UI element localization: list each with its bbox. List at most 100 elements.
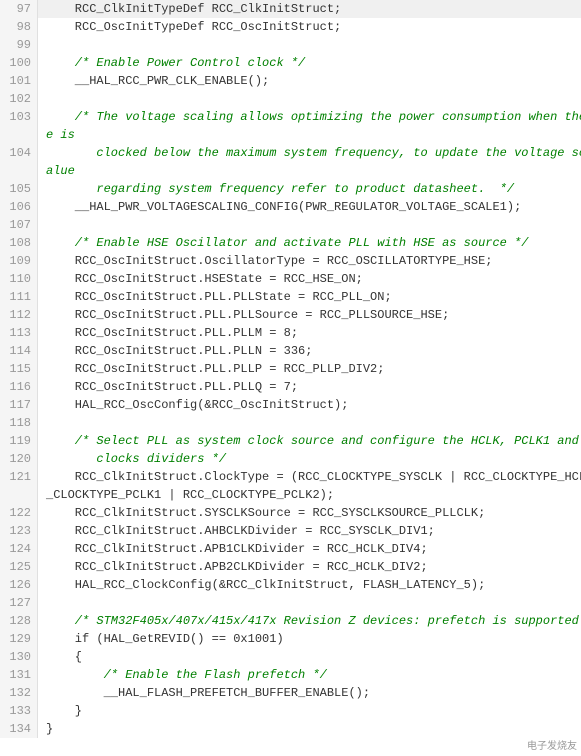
code-line: 122 RCC_ClkInitStruct.SYSCLKSource = RCC… <box>0 504 581 522</box>
code-line: 130 { <box>0 648 581 666</box>
line-number: 114 <box>0 342 38 360</box>
code-line: 125 RCC_ClkInitStruct.APB2CLKDivider = R… <box>0 558 581 576</box>
code-line: 117 HAL_RCC_OscConfig(&RCC_OscInitStruct… <box>0 396 581 414</box>
line-content: RCC_ClkInitStruct.SYSCLKSource = RCC_SYS… <box>38 504 581 522</box>
code-line: 119 /* Select PLL as system clock source… <box>0 432 581 450</box>
line-content: } <box>38 720 581 738</box>
line-number <box>0 126 38 144</box>
code-line: 124 RCC_ClkInitStruct.APB1CLKDivider = R… <box>0 540 581 558</box>
line-content: HAL_RCC_ClockConfig(&RCC_ClkInitStruct, … <box>38 576 581 594</box>
line-content: RCC_OscInitStruct.PLL.PLLQ = 7; <box>38 378 581 396</box>
line-content <box>38 216 581 234</box>
line-content: RCC_ClkInitTypeDef RCC_ClkInitStruct; <box>38 0 581 18</box>
line-number: 115 <box>0 360 38 378</box>
line-number: 110 <box>0 270 38 288</box>
line-number: 134 <box>0 720 38 738</box>
line-number: 99 <box>0 36 38 54</box>
code-line: 112 RCC_OscInitStruct.PLL.PLLSource = RC… <box>0 306 581 324</box>
code-line: 116 RCC_OscInitStruct.PLL.PLLQ = 7; <box>0 378 581 396</box>
code-line: 132 __HAL_FLASH_PREFETCH_BUFFER_ENABLE()… <box>0 684 581 702</box>
line-number <box>0 486 38 504</box>
line-content: clocked below the maximum system frequen… <box>38 144 581 162</box>
line-number: 122 <box>0 504 38 522</box>
line-content: /* Enable HSE Oscillator and activate PL… <box>38 234 581 252</box>
line-number: 132 <box>0 684 38 702</box>
line-number: 98 <box>0 18 38 36</box>
code-line: alue <box>0 162 581 180</box>
code-line: 102 <box>0 90 581 108</box>
line-number: 130 <box>0 648 38 666</box>
line-content: HAL_RCC_OscConfig(&RCC_OscInitStruct); <box>38 396 581 414</box>
line-number: 118 <box>0 414 38 432</box>
line-content: if (HAL_GetREVID() == 0x1001) <box>38 630 581 648</box>
code-line: 115 RCC_OscInitStruct.PLL.PLLP = RCC_PLL… <box>0 360 581 378</box>
line-number: 103 <box>0 108 38 126</box>
line-content: RCC_OscInitStruct.PLL.PLLN = 336; <box>38 342 581 360</box>
code-line: 133 } <box>0 702 581 720</box>
line-content: __HAL_PWR_VOLTAGESCALING_CONFIG(PWR_REGU… <box>38 198 581 216</box>
code-line: 109 RCC_OscInitStruct.OscillatorType = R… <box>0 252 581 270</box>
line-number: 101 <box>0 72 38 90</box>
line-number: 97 <box>0 0 38 18</box>
line-content: /* Enable the Flash prefetch */ <box>38 666 581 684</box>
line-content: RCC_ClkInitStruct.APB1CLKDivider = RCC_H… <box>38 540 581 558</box>
code-line: _CLOCKTYPE_PCLK1 | RCC_CLOCKTYPE_PCLK2); <box>0 486 581 504</box>
code-line: 108 /* Enable HSE Oscillator and activat… <box>0 234 581 252</box>
line-content <box>38 36 581 54</box>
line-content: RCC_OscInitTypeDef RCC_OscInitStruct; <box>38 18 581 36</box>
line-content: clocks dividers */ <box>38 450 581 468</box>
code-line: 118 <box>0 414 581 432</box>
watermark: 电子发烧友 <box>527 737 577 752</box>
line-content: RCC_ClkInitStruct.APB2CLKDivider = RCC_H… <box>38 558 581 576</box>
line-content: regarding system frequency refer to prod… <box>38 180 581 198</box>
line-number: 108 <box>0 234 38 252</box>
line-content: RCC_OscInitStruct.HSEState = RCC_HSE_ON; <box>38 270 581 288</box>
line-number: 116 <box>0 378 38 396</box>
line-content: __HAL_FLASH_PREFETCH_BUFFER_ENABLE(); <box>38 684 581 702</box>
line-number: 120 <box>0 450 38 468</box>
line-content: RCC_OscInitStruct.PLL.PLLState = RCC_PLL… <box>38 288 581 306</box>
code-line: 106 __HAL_PWR_VOLTAGESCALING_CONFIG(PWR_… <box>0 198 581 216</box>
code-line: 120 clocks dividers */ <box>0 450 581 468</box>
code-line: 111 RCC_OscInitStruct.PLL.PLLState = RCC… <box>0 288 581 306</box>
line-content <box>38 594 581 612</box>
code-line: 121 RCC_ClkInitStruct.ClockType = (RCC_C… <box>0 468 581 486</box>
line-content: /* STM32F405x/407x/415x/417x Revision Z … <box>38 612 581 630</box>
line-content <box>38 414 581 432</box>
line-content: RCC_ClkInitStruct.ClockType = (RCC_CLOCK… <box>38 468 581 486</box>
line-content: /* Enable Power Control clock */ <box>38 54 581 72</box>
line-content <box>38 90 581 108</box>
code-line: 101 __HAL_RCC_PWR_CLK_ENABLE(); <box>0 72 581 90</box>
line-number: 107 <box>0 216 38 234</box>
code-line: 104 clocked below the maximum system fre… <box>0 144 581 162</box>
code-line: 127 <box>0 594 581 612</box>
line-content: { <box>38 648 581 666</box>
line-content: } <box>38 702 581 720</box>
code-line: 129 if (HAL_GetREVID() == 0x1001) <box>0 630 581 648</box>
line-content: RCC_OscInitStruct.PLL.PLLM = 8; <box>38 324 581 342</box>
code-line: 126 HAL_RCC_ClockConfig(&RCC_ClkInitStru… <box>0 576 581 594</box>
code-line: 98 RCC_OscInitTypeDef RCC_OscInitStruct; <box>0 18 581 36</box>
line-number: 104 <box>0 144 38 162</box>
code-editor: 97 RCC_ClkInitTypeDef RCC_ClkInitStruct;… <box>0 0 581 756</box>
line-number <box>0 162 38 180</box>
line-number: 119 <box>0 432 38 450</box>
code-line: 107 <box>0 216 581 234</box>
code-line: 97 RCC_ClkInitTypeDef RCC_ClkInitStruct; <box>0 0 581 18</box>
line-number: 113 <box>0 324 38 342</box>
line-number: 109 <box>0 252 38 270</box>
code-line: 131 /* Enable the Flash prefetch */ <box>0 666 581 684</box>
line-content: RCC_OscInitStruct.PLL.PLLSource = RCC_PL… <box>38 306 581 324</box>
line-content: __HAL_RCC_PWR_CLK_ENABLE(); <box>38 72 581 90</box>
line-number: 133 <box>0 702 38 720</box>
code-line: e is <box>0 126 581 144</box>
code-line: 103 /* The voltage scaling allows optimi… <box>0 108 581 126</box>
line-content: RCC_ClkInitStruct.AHBCLKDivider = RCC_SY… <box>38 522 581 540</box>
line-number: 123 <box>0 522 38 540</box>
code-line: 134} <box>0 720 581 738</box>
line-content: alue <box>38 162 581 180</box>
code-line: 110 RCC_OscInitStruct.HSEState = RCC_HSE… <box>0 270 581 288</box>
line-number: 121 <box>0 468 38 486</box>
line-content: e is <box>38 126 581 144</box>
line-number: 129 <box>0 630 38 648</box>
